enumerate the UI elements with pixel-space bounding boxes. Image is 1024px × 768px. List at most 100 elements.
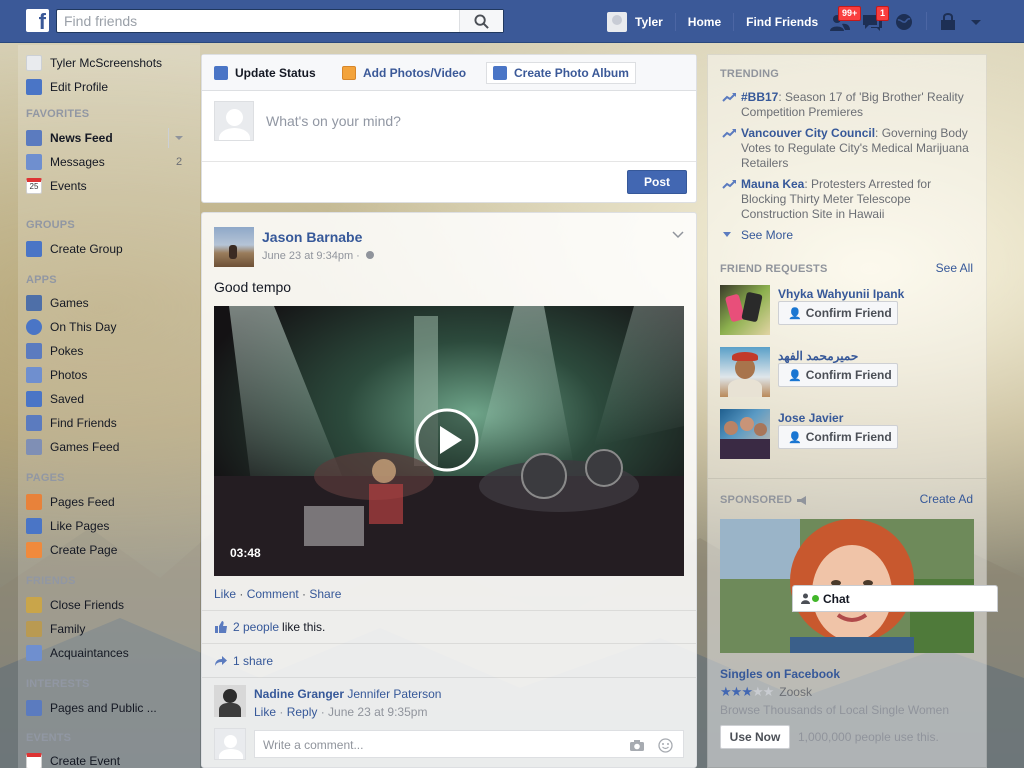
chevron-down-icon[interactable] [672,231,684,239]
trending-item-mauna-kea[interactable]: Mauna Kea: Protesters Arrested for Block… [722,177,972,222]
sidebar-item-create-event[interactable]: Create Event [26,751,120,768]
use-now-button[interactable]: Use Now [720,725,790,749]
sidebar-item-close-friends[interactable]: Close Friends [26,595,124,615]
emoji-icon[interactable] [658,738,673,753]
sidebar-item-saved[interactable]: Saved [26,389,84,409]
confirm-friend-button[interactable]: 👤 Confirm Friend [778,425,898,449]
sidebar-item-acquaintances[interactable]: Acquaintances [26,643,129,663]
commenter-avatar[interactable] [214,685,246,717]
shares-count-link[interactable]: 1 share [233,654,273,668]
avatar [607,11,627,32]
chat-tab[interactable]: Chat [792,585,998,612]
trending-item-bb17[interactable]: #BB17: Season 17 of 'Big Brother' Realit… [722,90,972,120]
search-box [56,9,504,33]
sidebar-item-events[interactable]: 25 Events [26,176,87,196]
likes-count-link[interactable]: 2 people [233,620,279,634]
sidebar-item-like-pages[interactable]: Like Pages [26,516,109,536]
caret-down-icon[interactable] [175,134,183,142]
sidebar-heading-groups: GROUPS [26,219,75,231]
sidebar-item-games-feed[interactable]: Games Feed [26,437,119,457]
friend-request-photo[interactable] [720,347,770,397]
search-input[interactable] [57,10,459,32]
avatar [26,55,42,71]
sidebar-item-on-this-day[interactable]: On This Day [26,317,116,337]
confirm-friend-button[interactable]: 👤 Confirm Friend [778,301,898,325]
acquaintances-icon [26,645,42,661]
find-friends-link[interactable]: Find Friends [746,15,818,29]
tab-create-photo-album[interactable]: Create Photo Album [486,62,636,84]
sidebar-item-pages-public[interactable]: Pages and Public ... [26,698,157,718]
ad-title[interactable]: Singles on Facebook [720,667,840,681]
comment-author[interactable]: Nadine Granger [254,687,344,701]
sidebar-item-profile[interactable]: Tyler McScreenshots [26,53,162,73]
sidebar-item-pokes[interactable]: Pokes [26,341,83,361]
like-link[interactable]: Like [214,587,236,601]
profile-link[interactable]: Tyler Home Find Friends [607,0,818,43]
comment-mention[interactable]: Jennifer Paterson [347,687,441,701]
sidebar-item-photos[interactable]: Photos [26,365,87,385]
story-author[interactable]: Jason Barnabe [262,229,362,245]
tab-add-photos-video[interactable]: Add Photos/Video [336,62,472,84]
friend-request-name[interactable]: حميرمحمد الفهد [778,349,858,363]
add-friend-icon: 👤 [788,431,802,444]
notifications-jewel[interactable] [892,10,916,34]
story-timestamp[interactable]: June 23 at 9:34pm · [262,250,375,262]
ufi-divider [202,610,696,611]
trending-item-vancouver[interactable]: Vancouver City Council: Governing Body V… [722,126,972,171]
video-player[interactable]: 03:48 [214,306,684,576]
play-icon[interactable] [414,407,480,473]
sidebar-item-pages-feed[interactable]: Pages Feed [26,492,115,512]
nav-divider [674,12,676,31]
sidebar-item-create-group[interactable]: Create Group [26,239,123,259]
story-text: Good tempo [214,279,292,295]
search-button[interactable] [459,10,503,32]
comment-input[interactable]: Write a comment... [254,730,684,758]
comment-meta: Like · Reply · June 23 at 9:35pm [254,705,428,719]
comment-like-link[interactable]: Like [254,705,276,719]
friend-requests-heading: FRIEND REQUESTS [720,263,828,275]
friend-request-name[interactable]: Vhyka Wahyunii Ipank [778,287,904,301]
author-avatar[interactable] [214,227,254,267]
messages-jewel[interactable]: 1 [860,6,890,34]
composer-input[interactable]: What's on your mind? [266,113,401,129]
thumbs-up-icon [26,518,42,534]
messages-count: 2 [176,156,183,168]
friend-requests-badge: 99+ [838,6,862,21]
tab-update-status[interactable]: Update Status [208,62,322,84]
trending-icon [722,129,736,138]
comment-time[interactable]: June 23 at 9:35pm [328,705,427,719]
star-icon: ★ [720,684,732,699]
sidebar-item-family[interactable]: Family [26,619,85,639]
privacy-shortcuts[interactable] [938,10,962,34]
sidebar-item-news-feed[interactable]: News Feed [26,128,113,148]
sidebar-heading-apps: APPS [26,274,57,286]
sidebar-item-games[interactable]: Games [26,293,89,313]
pencil-icon [26,79,42,95]
friend-requests-jewel[interactable]: 99+ [828,6,862,34]
facebook-logo[interactable]: f [26,9,49,32]
rating-stars: ★★★★★ [720,684,774,700]
sidebar-item-create-page[interactable]: Create Page [26,540,117,560]
sidebar-heading-interests: INTERESTS [26,678,90,690]
comment-link[interactable]: Comment [247,587,299,601]
share-link[interactable]: Share [309,587,341,601]
camera-icon[interactable] [629,739,645,752]
sidebar-item-find-friends[interactable]: Find Friends [26,413,117,433]
clock-icon [26,319,42,335]
confirm-friend-button[interactable]: 👤 Confirm Friend [778,363,898,387]
see-more-link[interactable]: See More [722,228,793,242]
sidebar-item-edit-profile[interactable]: Edit Profile [26,77,108,97]
create-ad-link[interactable]: Create Ad [920,492,973,506]
find-friends-icon [26,415,42,431]
home-link[interactable]: Home [688,15,721,29]
friend-request-photo[interactable] [720,285,770,335]
friend-request-name[interactable]: Jose Javier [778,411,843,425]
account-menu[interactable] [968,10,992,34]
see-all-link[interactable]: See All [936,261,973,275]
post-button[interactable]: Post [627,170,687,194]
comment-reply-link[interactable]: Reply [287,705,318,719]
poke-icon [26,343,42,359]
sidebar-heading-events: EVENTS [26,732,72,744]
friend-request-photo[interactable] [720,409,770,459]
sidebar-item-messages[interactable]: Messages [26,152,105,172]
